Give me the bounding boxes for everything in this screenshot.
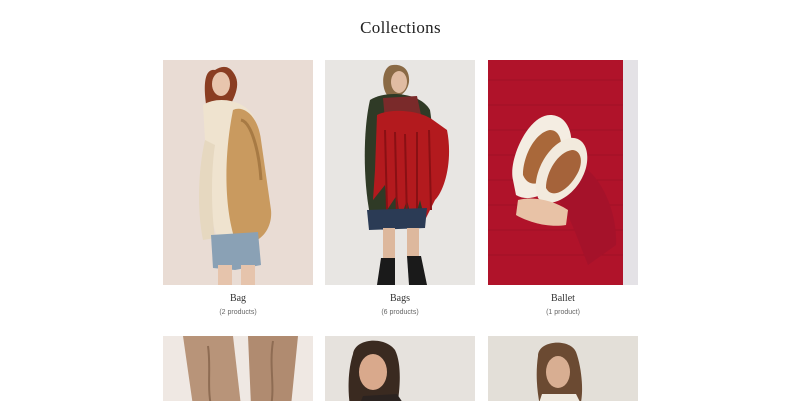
collection-image-pants[interactable] xyxy=(163,336,313,401)
collection-image-portrait-curly-hair[interactable] xyxy=(488,336,638,401)
collection-image-bag[interactable] xyxy=(163,60,313,285)
collection-title[interactable]: Ballet xyxy=(488,293,638,304)
collection-image-portrait-dark-hair[interactable] xyxy=(325,336,475,401)
collection-product-count: (6 products) xyxy=(381,309,419,316)
collection-product-count: (1 product) xyxy=(546,309,580,316)
collection-title[interactable]: Bag xyxy=(163,293,313,304)
collection-card-bags[interactable]: Bags (6 products) xyxy=(325,60,475,316)
collection-card-bag[interactable]: Bag (2 products) xyxy=(163,60,313,316)
collection-title[interactable]: Bags xyxy=(325,293,475,304)
collection-card-ballet[interactable]: Ballet (1 product) xyxy=(488,60,638,316)
collection-product-count: (2 products) xyxy=(219,309,257,316)
collection-image-bags[interactable] xyxy=(325,60,475,285)
collection-card-row2-3[interactable] xyxy=(488,336,638,401)
collection-image-ballet[interactable] xyxy=(488,60,638,285)
collection-card-row2-2[interactable] xyxy=(325,336,475,401)
collection-card-row2-1[interactable] xyxy=(163,336,313,401)
collections-grid: Bag (2 products) Bags (6 products) Balle… xyxy=(0,0,801,401)
